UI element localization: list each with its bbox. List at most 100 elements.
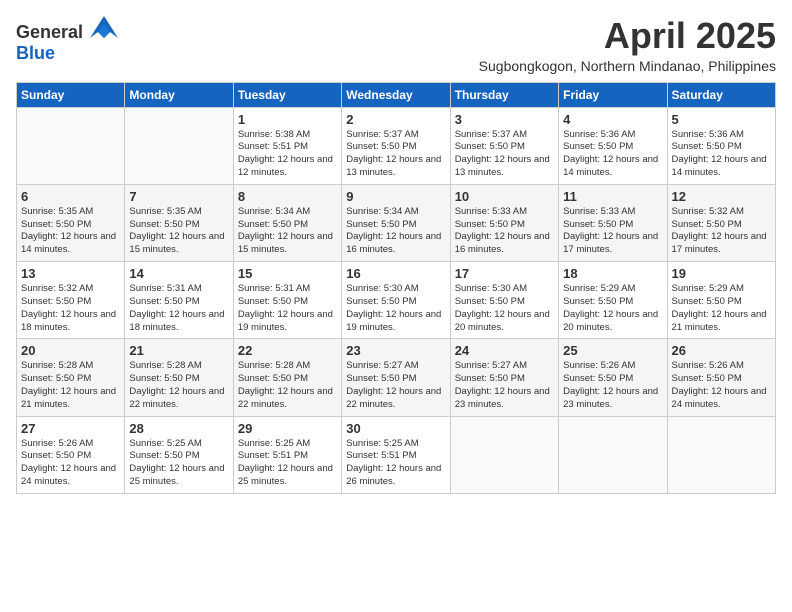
day-info: Sunrise: 5:29 AMSunset: 5:50 PMDaylight:… bbox=[672, 283, 771, 334]
day-info: Sunrise: 5:33 AMSunset: 5:50 PMDaylight:… bbox=[455, 206, 554, 257]
page-subtitle: Sugbongkogon, Northern Mindanao, Philipp… bbox=[479, 58, 776, 74]
day-info: Sunrise: 5:25 AMSunset: 5:50 PMDaylight:… bbox=[129, 438, 228, 489]
day-number: 3 bbox=[455, 112, 554, 127]
calendar-cell: 19 Sunrise: 5:29 AMSunset: 5:50 PMDayligh… bbox=[667, 262, 775, 339]
logo: General Blue bbox=[16, 16, 118, 64]
calendar-cell: 22 Sunrise: 5:28 AMSunset: 5:50 PMDayligh… bbox=[233, 339, 341, 416]
day-number: 21 bbox=[129, 343, 228, 358]
day-number: 14 bbox=[129, 266, 228, 281]
calendar-cell: 24 Sunrise: 5:27 AMSunset: 5:50 PMDayligh… bbox=[450, 339, 558, 416]
calendar-cell: 3 Sunrise: 5:37 AMSunset: 5:50 PMDaylight… bbox=[450, 107, 558, 184]
calendar-cell: 14 Sunrise: 5:31 AMSunset: 5:50 PMDayligh… bbox=[125, 262, 233, 339]
day-info: Sunrise: 5:26 AMSunset: 5:50 PMDaylight:… bbox=[563, 360, 662, 411]
day-info: Sunrise: 5:30 AMSunset: 5:50 PMDaylight:… bbox=[346, 283, 445, 334]
day-info: Sunrise: 5:31 AMSunset: 5:50 PMDaylight:… bbox=[238, 283, 337, 334]
calendar-cell: 10Sunrise: 5:33 AMSunset: 5:50 PMDayligh… bbox=[450, 184, 558, 261]
day-info: Sunrise: 5:28 AMSunset: 5:50 PMDaylight:… bbox=[21, 360, 120, 411]
calendar-week-row: 20 Sunrise: 5:28 AMSunset: 5:50 PMDayligh… bbox=[17, 339, 776, 416]
calendar-cell: 7 Sunrise: 5:35 AMSunset: 5:50 PMDaylight… bbox=[125, 184, 233, 261]
day-number: 4 bbox=[563, 112, 662, 127]
day-info: Sunrise: 5:35 AMSunset: 5:50 PMDaylight:… bbox=[21, 206, 120, 257]
day-number: 30 bbox=[346, 421, 445, 436]
calendar-cell: 18 Sunrise: 5:29 AMSunset: 5:50 PMDayligh… bbox=[559, 262, 667, 339]
calendar-cell bbox=[450, 416, 558, 493]
calendar-cell: 8 Sunrise: 5:34 AMSunset: 5:50 PMDaylight… bbox=[233, 184, 341, 261]
page-header: General Blue April 2025 Sugbongkogon, No… bbox=[16, 16, 776, 74]
calendar-header-row: SundayMondayTuesdayWednesdayThursdayFrid… bbox=[17, 82, 776, 107]
calendar-cell: 20 Sunrise: 5:28 AMSunset: 5:50 PMDayligh… bbox=[17, 339, 125, 416]
day-number: 7 bbox=[129, 189, 228, 204]
logo-bird-icon bbox=[90, 16, 118, 38]
day-info: Sunrise: 5:32 AMSunset: 5:50 PMDaylight:… bbox=[672, 206, 771, 257]
day-info: Sunrise: 5:25 AMSunset: 5:51 PMDaylight:… bbox=[346, 438, 445, 489]
day-number: 11 bbox=[563, 189, 662, 204]
calendar-week-row: 1Sunrise: 5:38 AMSunset: 5:51 PMDaylight… bbox=[17, 107, 776, 184]
day-info: Sunrise: 5:26 AMSunset: 5:50 PMDaylight:… bbox=[672, 360, 771, 411]
day-info: Sunrise: 5:32 AMSunset: 5:50 PMDaylight:… bbox=[21, 283, 120, 334]
day-number: 5 bbox=[672, 112, 771, 127]
day-number: 20 bbox=[21, 343, 120, 358]
day-number: 15 bbox=[238, 266, 337, 281]
calendar-cell: 30 Sunrise: 5:25 AMSunset: 5:51 PMDayligh… bbox=[342, 416, 450, 493]
day-number: 13 bbox=[21, 266, 120, 281]
day-info: Sunrise: 5:35 AMSunset: 5:50 PMDaylight:… bbox=[129, 206, 228, 257]
page-title: April 2025 bbox=[479, 16, 776, 56]
day-number: 25 bbox=[563, 343, 662, 358]
day-number: 1 bbox=[238, 112, 337, 127]
day-info: Sunrise: 5:27 AMSunset: 5:50 PMDaylight:… bbox=[346, 360, 445, 411]
calendar-cell: 25 Sunrise: 5:26 AMSunset: 5:50 PMDayligh… bbox=[559, 339, 667, 416]
weekday-header: Wednesday bbox=[342, 82, 450, 107]
day-number: 19 bbox=[672, 266, 771, 281]
logo-wordmark: General Blue bbox=[16, 16, 118, 64]
day-info: Sunrise: 5:34 AMSunset: 5:50 PMDaylight:… bbox=[238, 206, 337, 257]
weekday-header: Monday bbox=[125, 82, 233, 107]
day-info: Sunrise: 5:26 AMSunset: 5:50 PMDaylight:… bbox=[21, 438, 120, 489]
day-number: 2 bbox=[346, 112, 445, 127]
calendar-cell: 11 Sunrise: 5:33 AMSunset: 5:50 PMDayligh… bbox=[559, 184, 667, 261]
day-info: Sunrise: 5:28 AMSunset: 5:50 PMDaylight:… bbox=[129, 360, 228, 411]
calendar-week-row: 13 Sunrise: 5:32 AMSunset: 5:50 PMDayligh… bbox=[17, 262, 776, 339]
day-info: Sunrise: 5:33 AMSunset: 5:50 PMDaylight:… bbox=[563, 206, 662, 257]
calendar-cell: 26 Sunrise: 5:26 AMSunset: 5:50 PMDayligh… bbox=[667, 339, 775, 416]
weekday-header: Thursday bbox=[450, 82, 558, 107]
day-info: Sunrise: 5:25 AMSunset: 5:51 PMDaylight:… bbox=[238, 438, 337, 489]
calendar-cell: 13 Sunrise: 5:32 AMSunset: 5:50 PMDayligh… bbox=[17, 262, 125, 339]
day-number: 8 bbox=[238, 189, 337, 204]
calendar-cell: 27 Sunrise: 5:26 AMSunset: 5:50 PMDayligh… bbox=[17, 416, 125, 493]
day-number: 24 bbox=[455, 343, 554, 358]
weekday-header: Friday bbox=[559, 82, 667, 107]
weekday-header: Tuesday bbox=[233, 82, 341, 107]
calendar-week-row: 27 Sunrise: 5:26 AMSunset: 5:50 PMDayligh… bbox=[17, 416, 776, 493]
logo-blue: Blue bbox=[16, 43, 55, 63]
calendar-cell: 28 Sunrise: 5:25 AMSunset: 5:50 PMDayligh… bbox=[125, 416, 233, 493]
day-number: 27 bbox=[21, 421, 120, 436]
day-info: Sunrise: 5:30 AMSunset: 5:50 PMDaylight:… bbox=[455, 283, 554, 334]
calendar-cell: 21 Sunrise: 5:28 AMSunset: 5:50 PMDayligh… bbox=[125, 339, 233, 416]
calendar-cell: 12Sunrise: 5:32 AMSunset: 5:50 PMDayligh… bbox=[667, 184, 775, 261]
day-number: 26 bbox=[672, 343, 771, 358]
day-info: Sunrise: 5:29 AMSunset: 5:50 PMDaylight:… bbox=[563, 283, 662, 334]
day-info: Sunrise: 5:31 AMSunset: 5:50 PMDaylight:… bbox=[129, 283, 228, 334]
calendar-cell: 2 Sunrise: 5:37 AMSunset: 5:50 PMDaylight… bbox=[342, 107, 450, 184]
weekday-header: Sunday bbox=[17, 82, 125, 107]
day-number: 28 bbox=[129, 421, 228, 436]
calendar-cell: 6Sunrise: 5:35 AMSunset: 5:50 PMDaylight… bbox=[17, 184, 125, 261]
day-info: Sunrise: 5:28 AMSunset: 5:50 PMDaylight:… bbox=[238, 360, 337, 411]
day-info: Sunrise: 5:37 AMSunset: 5:50 PMDaylight:… bbox=[346, 129, 445, 180]
day-info: Sunrise: 5:36 AMSunset: 5:50 PMDaylight:… bbox=[672, 129, 771, 180]
day-number: 18 bbox=[563, 266, 662, 281]
calendar-cell bbox=[17, 107, 125, 184]
calendar-cell: 29Sunrise: 5:25 AMSunset: 5:51 PMDayligh… bbox=[233, 416, 341, 493]
day-number: 9 bbox=[346, 189, 445, 204]
title-block: April 2025 Sugbongkogon, Northern Mindan… bbox=[479, 16, 776, 74]
day-info: Sunrise: 5:27 AMSunset: 5:50 PMDaylight:… bbox=[455, 360, 554, 411]
calendar-cell: 23Sunrise: 5:27 AMSunset: 5:50 PMDayligh… bbox=[342, 339, 450, 416]
day-number: 22 bbox=[238, 343, 337, 358]
calendar-cell: 15 Sunrise: 5:31 AMSunset: 5:50 PMDayligh… bbox=[233, 262, 341, 339]
weekday-header: Saturday bbox=[667, 82, 775, 107]
day-number: 17 bbox=[455, 266, 554, 281]
calendar-week-row: 6Sunrise: 5:35 AMSunset: 5:50 PMDaylight… bbox=[17, 184, 776, 261]
day-info: Sunrise: 5:37 AMSunset: 5:50 PMDaylight:… bbox=[455, 129, 554, 180]
calendar-table: SundayMondayTuesdayWednesdayThursdayFrid… bbox=[16, 82, 776, 494]
calendar-cell bbox=[667, 416, 775, 493]
